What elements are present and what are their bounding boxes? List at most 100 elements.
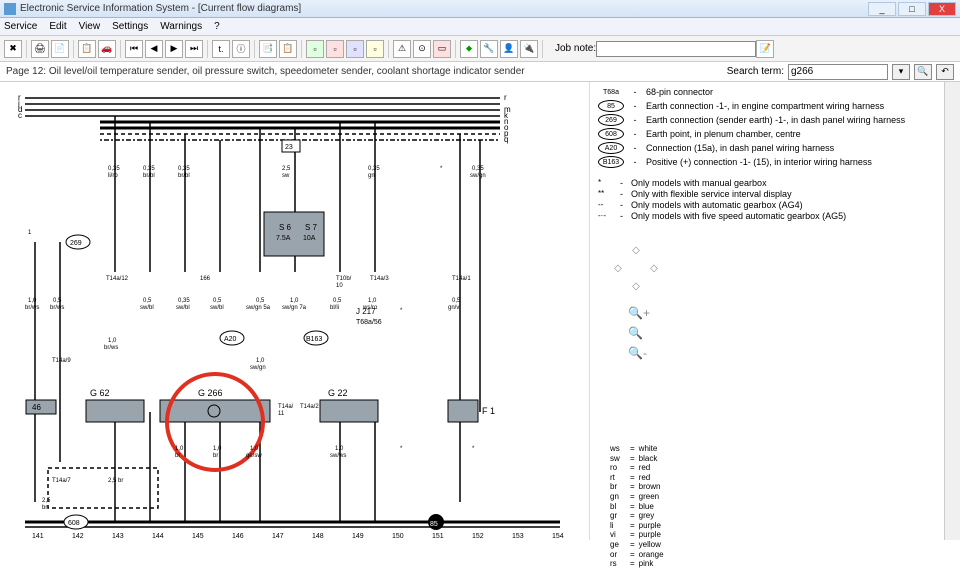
zoom-out-icon[interactable]: 🔍- [628,346,650,360]
tb-g3-icon[interactable]: ▫ [346,40,364,58]
job-note-input[interactable] [596,41,756,57]
svg-text:2,5 br: 2,5 br [108,478,123,484]
search-label: Search term: [727,66,784,77]
tb-first-icon[interactable]: ⏮ [125,40,143,58]
svg-text:154: 154 [552,533,564,540]
svg-text:br/ws: br/ws [104,345,118,351]
svg-text:br/ws: br/ws [50,305,64,311]
vertical-scrollbar[interactable] [944,82,960,540]
search-clear-icon[interactable]: ↶ [936,64,954,80]
svg-text:10A: 10A [303,235,316,242]
svg-text:1,0: 1,0 [368,298,377,304]
search-dropdown-icon[interactable]: ▾ [892,64,910,80]
svg-text:142: 142 [72,533,84,540]
tb-user-icon[interactable]: 👤 [500,40,518,58]
tb-paste-icon[interactable]: 📋 [279,40,297,58]
page-title: Page 12: Oil level/oil temperature sende… [6,66,727,77]
search-go-icon[interactable]: 🔍 [914,64,932,80]
svg-text:153: 153 [512,533,524,540]
svg-text:br: br [42,505,47,511]
svg-text:1,0: 1,0 [290,298,299,304]
svg-text:li/ro: li/ro [108,173,118,179]
connector-row: 608 - Earth point, in plenum chamber, ce… [598,128,952,140]
menu-service[interactable]: Service [4,21,37,32]
tb-g4-icon[interactable]: ▫ [366,40,384,58]
svg-text:*: * [400,446,403,452]
connector-sym: A20 [598,142,624,154]
svg-text:1,0: 1,0 [256,358,265,364]
menu-view[interactable]: View [79,21,101,32]
connector-row: T68a - 68-pin connector [598,86,952,98]
tb-print2-icon[interactable]: 📄 [51,40,69,58]
svg-text:0,5: 0,5 [143,298,152,304]
svg-text:sw: sw [282,173,290,179]
svg-text:1,0: 1,0 [213,446,222,452]
tb-g2-icon[interactable]: ▫ [326,40,344,58]
menu-help[interactable]: ? [214,21,220,32]
close-button[interactable]: X [928,2,956,16]
maximize-button[interactable]: □ [898,2,926,16]
svg-text:gn/vi: gn/vi [448,305,461,311]
svg-text:gn: gn [368,173,375,179]
zoom-in-icon[interactable]: 🔍+ [628,306,650,320]
svg-text:166: 166 [200,276,211,282]
svg-text:0,35: 0,35 [143,166,155,172]
svg-text:T14a/7: T14a/7 [52,478,71,484]
svg-text:c: c [18,111,22,120]
tb-info-icon[interactable]: ⓘ [232,40,250,58]
svg-text:T14a/12: T14a/12 [106,276,129,282]
svg-text:0,35: 0,35 [472,166,484,172]
connector-list: T68a - 68-pin connector 85 - Earth conne… [598,86,952,168]
tb-last-icon[interactable]: ⏭ [185,40,203,58]
svg-text:7.5A: 7.5A [276,235,291,242]
connector-sym: 269 [598,114,624,126]
svg-text:2,5: 2,5 [282,166,291,172]
tb-next-icon[interactable]: ▶ [165,40,183,58]
wiring-diagram[interactable]: S 6 7.5A S 7 10A G 62 G 266 G 22 F 1 46 … [0,82,590,540]
tb-warn-icon[interactable]: ⚠ [393,40,411,58]
tb-rec-icon[interactable]: ▭ [433,40,451,58]
tb-g1-icon[interactable]: ▫ [306,40,324,58]
svg-text:G 62: G 62 [90,388,110,398]
connector-sym: 85 [598,100,624,112]
toolbar: ✖ 🖨 📄 📋 🚗 ⏮ ◀ ▶ ⏭ t. ⓘ 📑 📋 ▫ ▫ ▫ ▫ ⚠ ⊙ ▭… [0,36,960,62]
tb-copy-icon[interactable]: 📑 [259,40,277,58]
svg-text:S 7: S 7 [305,223,318,232]
nav-down-icon[interactable]: ◇ [628,278,644,294]
app-icon [4,3,16,15]
nav-right-icon[interactable]: ◇ [646,260,662,276]
tb-t-icon[interactable]: t. [212,40,230,58]
tb-tool-icon[interactable]: 🔧 [480,40,498,58]
minimize-button[interactable]: _ [868,2,896,16]
menubar: Service Edit View Settings Warnings ? [0,18,960,36]
menu-settings[interactable]: Settings [112,21,148,32]
nav-left-icon[interactable]: ◇ [610,260,626,276]
tb-leaf-icon[interactable]: ⬥ [460,40,478,58]
color-legend: ws=white sw=black ro=red rt=red br=brown… [610,444,664,569]
connector-row: A20 - Connection (15a), in dash panel wi… [598,142,952,154]
tb-o-icon[interactable]: ⊙ [413,40,431,58]
svg-text:br: br [213,453,218,459]
tb-plug-icon[interactable]: 🔌 [520,40,538,58]
svg-text:0,5: 0,5 [452,298,461,304]
connector-row: 85 - Earth connection -1-, in engine com… [598,100,952,112]
svg-text:T14a/1: T14a/1 [452,276,471,282]
svg-text:sw/gn: sw/gn [250,365,266,371]
svg-text:1,0: 1,0 [335,446,344,452]
svg-text:sw/bl: sw/bl [210,305,224,311]
svg-text:150: 150 [392,533,404,540]
tb-doc-icon[interactable]: 📋 [78,40,96,58]
job-note-btn[interactable]: 📝 [756,40,774,58]
nav-pad: ◇ ◇ ◇ ◇ [610,242,662,294]
tb-car-icon[interactable]: 🚗 [98,40,116,58]
menu-edit[interactable]: Edit [49,21,66,32]
svg-text:0,35: 0,35 [178,298,190,304]
tb-delete-icon[interactable]: ✖ [4,40,22,58]
zoom-reset-icon[interactable]: 🔍 [628,326,650,340]
nav-up-icon[interactable]: ◇ [628,242,644,258]
tb-prev-icon[interactable]: ◀ [145,40,163,58]
tb-print-icon[interactable]: 🖨 [31,40,49,58]
svg-text:br/bl: br/bl [178,173,190,179]
menu-warnings[interactable]: Warnings [160,21,202,32]
search-input[interactable] [788,64,888,80]
